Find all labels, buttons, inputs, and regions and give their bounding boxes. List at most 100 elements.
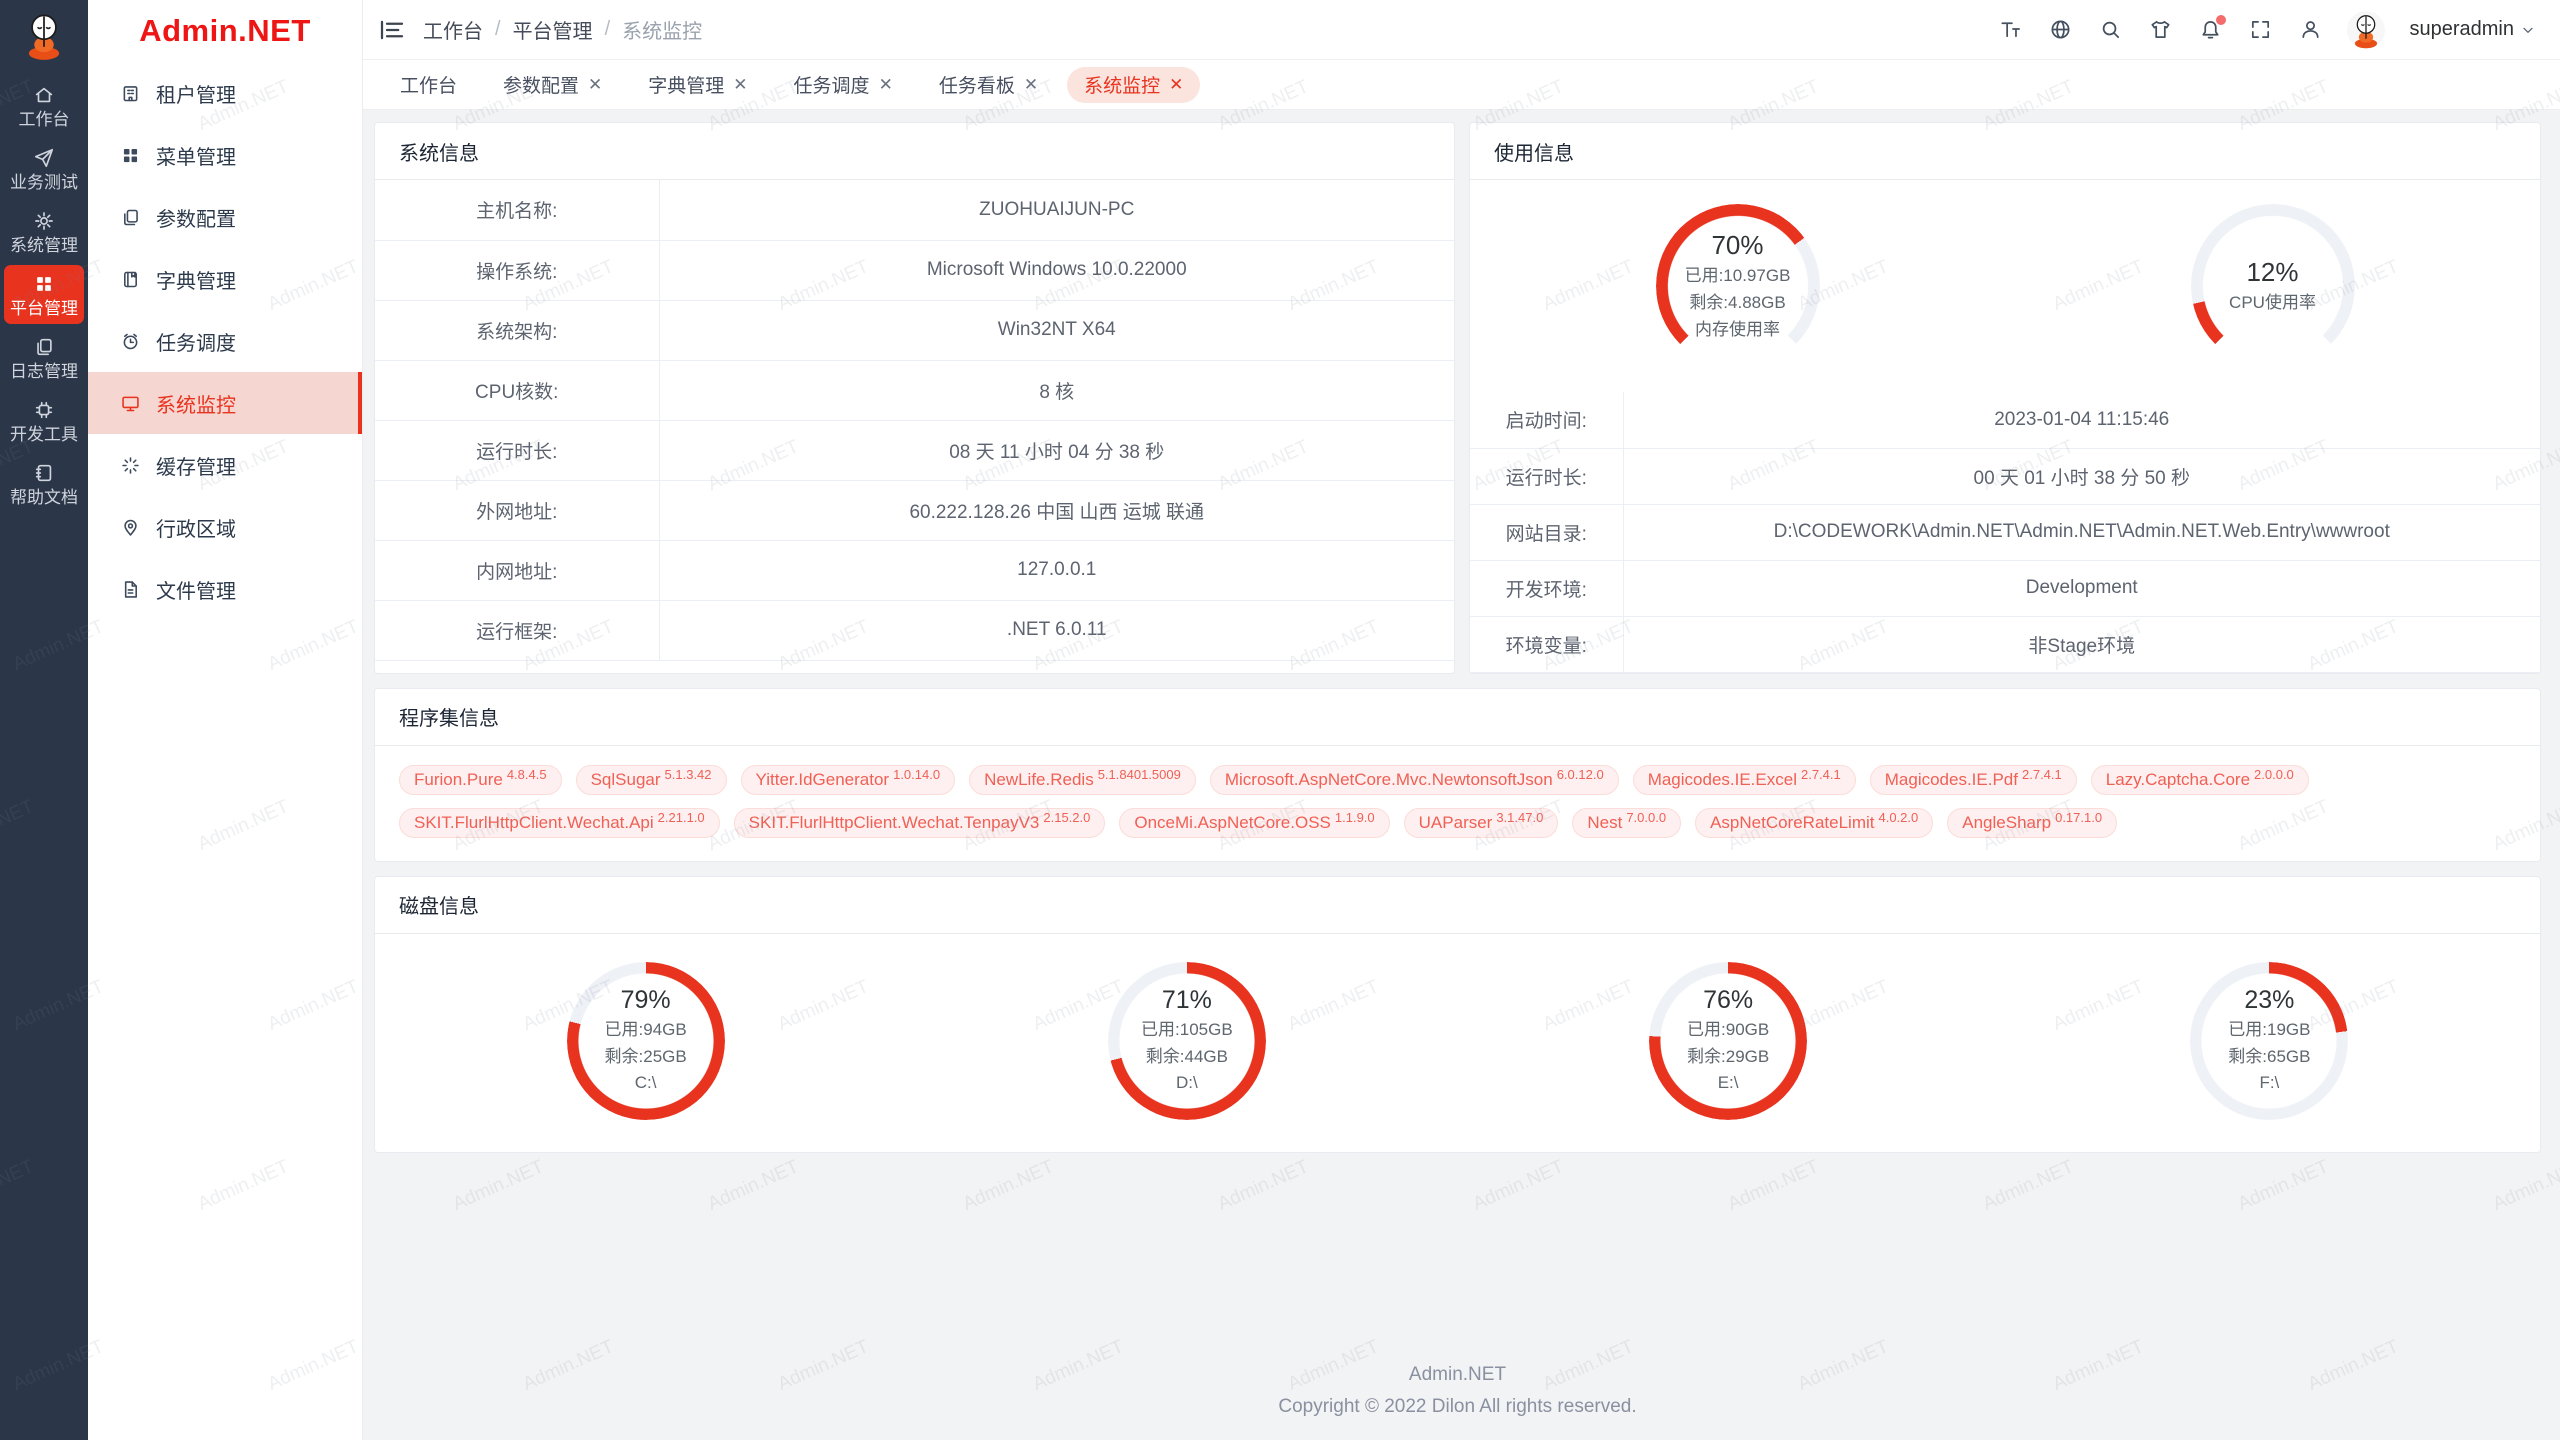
gauge-free: 剩余:29GB (1687, 1046, 1769, 1069)
table-row: 开发环境:Development (1470, 560, 2540, 616)
home-icon (33, 84, 55, 106)
language-switch-button[interactable] (2047, 17, 2073, 43)
rail-item-label: 工作台 (19, 111, 70, 128)
row-value: 127.0.0.1 (659, 540, 1454, 600)
assembly-tag: NewLife.Redis5.1.8401.5009 (969, 765, 1196, 795)
usage-gauges: 70% 已用:10.97GB 剩余:4.88GB 内存使用率 (1470, 180, 2540, 392)
cpu-usage-gauge: 12% CPU使用率 (2191, 204, 2355, 368)
tag-name: SqlSugar (591, 770, 661, 790)
tag-name: Nest (1587, 813, 1622, 833)
usage-info-card: 使用信息 70% 已用:10.97GB 剩余:4.88GB 内存使用率 (1469, 122, 2541, 674)
row-label: 网站目录: (1470, 504, 1623, 560)
rail-item-workbench[interactable]: 工作台 (4, 76, 84, 135)
sidebar-item-param-config[interactable]: 参数配置 (88, 186, 362, 248)
disk-name: C:\ (635, 1072, 657, 1095)
card-title: 使用信息 (1470, 123, 2540, 180)
row-label: 开发环境: (1470, 560, 1623, 616)
sidebar-item-label: 任务调度 (156, 327, 236, 356)
theme-button[interactable] (2147, 17, 2173, 43)
row-label: 启动时间: (1470, 392, 1623, 448)
assembly-tag: Nest7.0.0.0 (1572, 808, 1681, 838)
assemblies-card: 程序集信息 Furion.Pure4.8.4.5 SqlSugar5.1.3.4… (374, 688, 2541, 862)
disk-e-gauge: 76% 已用:90GB 剩余:29GB E:\ (1649, 962, 1807, 1120)
search-icon (2099, 18, 2122, 41)
book-icon (33, 462, 55, 484)
tag-version: 5.1.3.42 (665, 767, 712, 782)
tag-name: SKIT.FlurlHttpClient.Wechat.Api (414, 813, 654, 833)
logo-wordmark: Admin.NET (88, 0, 362, 62)
close-tab-icon[interactable]: ✕ (1024, 76, 1038, 93)
assembly-tag: Yitter.IdGenerator1.0.14.0 (741, 765, 956, 795)
copy-document-icon (120, 207, 141, 228)
close-tab-icon[interactable]: ✕ (1169, 76, 1183, 93)
sidebar-item-tenant[interactable]: 租户管理 (88, 62, 362, 124)
rail-item-dev-tools[interactable]: 开发工具 (4, 391, 84, 450)
assembly-tag: Furion.Pure4.8.4.5 (399, 765, 562, 795)
gauge-label: CPU使用率 (2229, 292, 2316, 315)
building-icon (120, 83, 141, 104)
table-row: 环境变量:非Stage环境 (1470, 616, 2540, 672)
table-row: 系统架构:Win32NT X64 (375, 300, 1454, 360)
cpu-chip-icon (33, 399, 55, 421)
usage-info-table: 启动时间:2023-01-04 11:15:46 运行时长:00 天 01 小时… (1470, 392, 2540, 673)
assembly-tag: Magicodes.IE.Pdf2.7.4.1 (1870, 765, 2077, 795)
tab-system-monitor[interactable]: 系统监控✕ (1067, 67, 1200, 103)
document-icon (120, 579, 141, 600)
gauge-percent: 76% (1703, 986, 1753, 1015)
tab-label: 参数配置 (503, 71, 579, 98)
close-tab-icon[interactable]: ✕ (733, 76, 747, 93)
disk-name: D:\ (1176, 1072, 1198, 1095)
row-label: 主机名称: (375, 180, 659, 240)
sidebar-collapse-button[interactable] (377, 15, 407, 45)
sidebar-item-dict-mgmt[interactable]: 字典管理 (88, 248, 362, 310)
close-tab-icon[interactable]: ✕ (588, 76, 602, 93)
row-value: Win32NT X64 (659, 300, 1454, 360)
sidebar-item-label: 文件管理 (156, 575, 236, 604)
tab-dict-mgmt[interactable]: 字典管理✕ (631, 67, 764, 103)
sidebar-item-cache-mgmt[interactable]: 缓存管理 (88, 434, 362, 496)
footer-copyright: Copyright © 2022 Dilon All rights reserv… (374, 1396, 2541, 1418)
row-value: ZUOHUAIJUN-PC (659, 180, 1454, 240)
rail-item-system-mgmt[interactable]: 系统管理 (4, 202, 84, 261)
tab-task-schedule[interactable]: 任务调度✕ (777, 67, 910, 103)
sidebar-item-file-mgmt[interactable]: 文件管理 (88, 558, 362, 620)
row-label: 外网地址: (375, 480, 659, 540)
rail-item-platform-mgmt[interactable]: 平台管理 (4, 265, 84, 324)
sidebar-item-system-monitor[interactable]: 系统监控 (88, 372, 362, 434)
row-value: .NET 6.0.11 (659, 600, 1454, 660)
row-value: 08 天 11 小时 04 分 38 秒 (659, 420, 1454, 480)
sidebar-item-menu-mgmt[interactable]: 菜单管理 (88, 124, 362, 186)
tag-version: 0.17.1.0 (2055, 810, 2102, 825)
rail-item-log-mgmt[interactable]: 日志管理 (4, 328, 84, 387)
sidebar-item-admin-region[interactable]: 行政区域 (88, 496, 362, 558)
row-label: 环境变量: (1470, 616, 1623, 672)
rail-item-help-docs[interactable]: 帮助文档 (4, 454, 84, 513)
disk-name: F:\ (2259, 1072, 2279, 1095)
close-tab-icon[interactable]: ✕ (879, 76, 893, 93)
row-value: 60.222.128.26 中国 山西 运城 联通 (659, 480, 1454, 540)
rail-item-business-test[interactable]: 业务测试 (4, 139, 84, 198)
user-menu[interactable]: superadmin (2409, 18, 2536, 41)
breadcrumb-item-workbench[interactable]: 工作台 (423, 15, 483, 44)
gauge-used: 已用:94GB (605, 1019, 687, 1042)
sparkle-icon (120, 455, 141, 476)
tab-workbench[interactable]: 工作台 (383, 67, 474, 103)
user-avatar[interactable] (2347, 11, 2385, 49)
alarm-clock-icon (120, 331, 141, 352)
logo-text: Admin.NET (139, 13, 311, 49)
tab-task-board[interactable]: 任务看板✕ (922, 67, 1055, 103)
page-footer: Admin.NET Copyright © 2022 Dilon All rig… (374, 1350, 2541, 1440)
profile-button[interactable] (2297, 17, 2323, 43)
breadcrumb-item-platform[interactable]: 平台管理 (513, 15, 593, 44)
font-size-button[interactable] (1997, 17, 2023, 43)
tag-version: 4.0.2.0 (1878, 810, 1918, 825)
notifications-button[interactable] (2197, 17, 2223, 43)
assembly-tag: SKIT.FlurlHttpClient.Wechat.TenpayV32.15… (734, 808, 1106, 838)
tab-param-config[interactable]: 参数配置 ✕ (486, 67, 619, 103)
search-button[interactable] (2097, 17, 2123, 43)
tshirt-icon (2149, 18, 2172, 41)
fullscreen-button[interactable] (2247, 17, 2273, 43)
assembly-tag: AngleSharp0.17.1.0 (1947, 808, 2117, 838)
sidebar-item-task-schedule[interactable]: 任务调度 (88, 310, 362, 372)
fullscreen-icon (2249, 18, 2272, 41)
